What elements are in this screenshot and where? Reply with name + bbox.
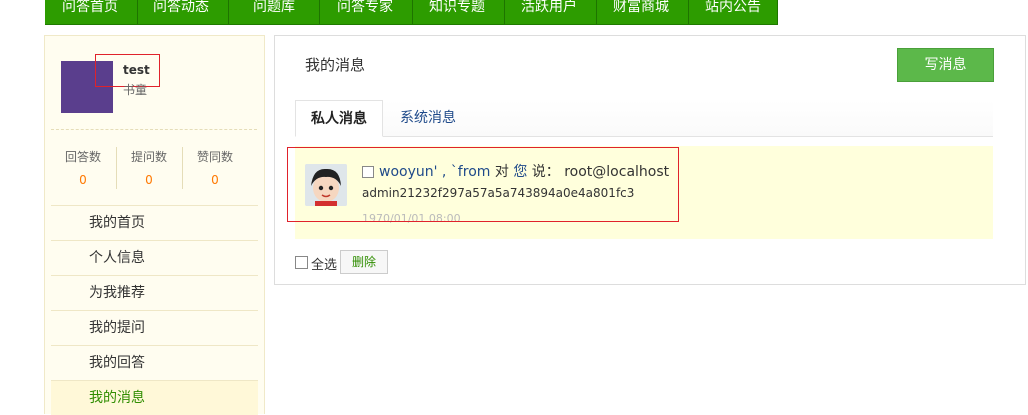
sidebar-item-label: 我的回答: [89, 355, 145, 371]
nav-divider: [412, 0, 413, 24]
select-all-checkbox[interactable]: [295, 256, 308, 269]
nav-divider: [228, 0, 229, 24]
select-all-label[interactable]: 全选: [311, 254, 337, 273]
sidebar: test 书童 回答数 0 提问数 0 赞同数 0 我的首页 个人信息 为我推荐…: [44, 35, 265, 415]
sidebar-item-my-questions[interactable]: 我的提问: [51, 310, 258, 345]
nav-active-users[interactable]: 活跃用户: [521, 0, 577, 24]
tab-private-messages[interactable]: 私人消息: [295, 100, 383, 137]
annotation-box: [287, 147, 679, 222]
stat-value: 0: [79, 173, 87, 187]
user-role: 书童: [123, 83, 148, 97]
stat-questions: 提问数 0: [116, 148, 182, 187]
sidebar-item-label: 我的消息: [89, 390, 145, 406]
stat-label: 回答数: [64, 150, 101, 164]
sidebar-item-label: 我的首页: [89, 215, 145, 231]
sidebar-item-profile[interactable]: 个人信息: [51, 240, 258, 275]
nav-store[interactable]: 财富商城: [613, 0, 669, 24]
sidebar-item-recommend[interactable]: 为我推荐: [51, 275, 258, 310]
page-title: 我的消息: [305, 56, 366, 74]
stat-answers: 回答数 0: [50, 148, 116, 187]
nav-topics[interactable]: 知识专题: [429, 0, 485, 24]
nav-divider: [137, 0, 138, 24]
nav-divider: [504, 0, 505, 24]
top-nav: 问答首页 问答动态 问题库 问答专家 知识专题 活跃用户 财富商城 站内公告: [45, 0, 778, 25]
stat-value: 0: [211, 173, 219, 187]
sidebar-item-label: 我的提问: [89, 320, 145, 336]
nav-divider: [688, 0, 689, 24]
stat-value: 0: [145, 173, 153, 187]
nav-home[interactable]: 问答首页: [62, 0, 118, 24]
message-tabs: 私人消息 系统消息: [295, 100, 993, 137]
nav-divider: [777, 0, 778, 24]
nav-divider: [319, 0, 320, 24]
sidebar-item-label: 个人信息: [89, 250, 145, 266]
delete-button[interactable]: 删除: [340, 250, 388, 274]
username[interactable]: test: [123, 63, 150, 77]
nav-experts[interactable]: 问答专家: [337, 0, 393, 24]
sidebar-item-my-messages[interactable]: 我的消息: [51, 380, 258, 415]
write-message-button[interactable]: 写消息: [897, 48, 994, 82]
stat-likes: 赞同数 0: [182, 148, 248, 187]
nav-announcements[interactable]: 站内公告: [705, 0, 761, 24]
nav-activity[interactable]: 问答动态: [153, 0, 209, 24]
sidebar-item-my-answers[interactable]: 我的回答: [51, 345, 258, 380]
stat-label: 赞同数: [196, 150, 233, 164]
messages-panel: 我的消息 写消息 私人消息 系统消息 wooyun' , `from 对 您 说…: [274, 35, 1026, 285]
nav-question-bank[interactable]: 问题库: [253, 0, 295, 24]
stat-label: 提问数: [130, 150, 167, 164]
nav-divider: [596, 0, 597, 24]
divider: [51, 129, 257, 130]
tab-system-messages[interactable]: 系统消息: [400, 100, 456, 136]
sidebar-item-label: 为我推荐: [89, 285, 145, 301]
sidebar-item-home[interactable]: 我的首页: [51, 205, 258, 240]
